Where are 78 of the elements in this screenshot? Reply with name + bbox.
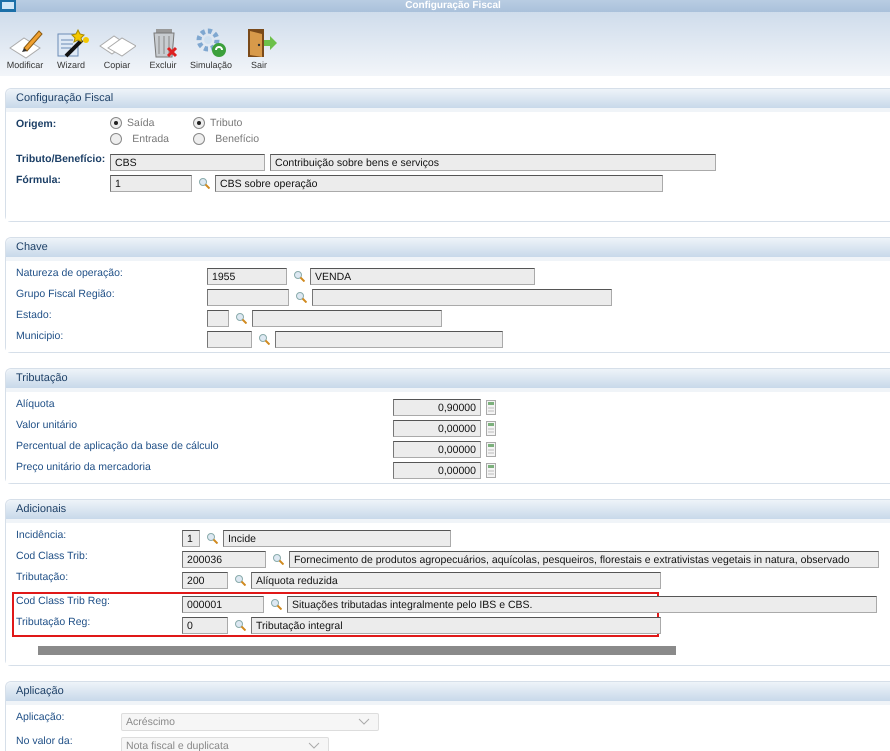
toolbar-button[interactable]: Sair (236, 26, 282, 70)
window-title: Configuração Fiscal (404, 0, 502, 12)
number-field[interactable]: 0,90000 (393, 398, 481, 416)
description-field[interactable]: Incide (223, 530, 451, 546)
field-label: Cod Class Trib: (16, 550, 89, 562)
section-header: Tributação (6, 369, 890, 388)
code-field[interactable]: 1 (110, 174, 192, 192)
field-label: Valor unitário (16, 419, 78, 431)
description-field[interactable]: CBS sobre operação (215, 174, 663, 192)
code-field[interactable]: 200036 (182, 550, 266, 568)
chevron-down-icon (308, 742, 320, 749)
field-label: Natureza de operação: (16, 267, 124, 279)
description-field[interactable]: Situações tributadas integralmente pelo IBS e CBS. (287, 596, 877, 612)
radio-option[interactable]: Saída (110, 116, 170, 130)
search-icon[interactable] (235, 312, 247, 324)
search-icon[interactable] (206, 532, 218, 544)
field-label: Tributo/Benefício: (16, 153, 106, 165)
search-icon[interactable] (270, 598, 282, 610)
toolbar-button[interactable]: Wizard (48, 26, 94, 70)
description-field[interactable] (312, 288, 612, 306)
search-icon[interactable] (198, 177, 210, 189)
description-field[interactable]: Alíquota reduzida (251, 572, 661, 588)
number-field[interactable]: 0,00000 (393, 420, 481, 436)
number-field[interactable]: 0,00000 (393, 462, 481, 478)
radio-option[interactable]: Entrada (110, 132, 170, 146)
calculator-icon (486, 462, 496, 478)
description-field[interactable] (275, 330, 503, 348)
toolbar-button[interactable]: Excluir (140, 26, 186, 70)
field-label: Alíquota (16, 398, 56, 410)
scrollbar[interactable] (38, 646, 676, 655)
calculator-icon (486, 442, 496, 456)
section-header: Configuração Fiscal (6, 89, 890, 108)
code-field[interactable]: 1 (182, 530, 200, 546)
search-icon[interactable] (295, 291, 307, 303)
calculator-icon (486, 420, 496, 436)
search-icon[interactable] (272, 553, 284, 565)
radio-option[interactable]: Tributo (193, 116, 260, 130)
radio-option[interactable]: Benefício (193, 132, 260, 146)
field-label: Percentual de aplicação da base de cálculo (16, 440, 220, 452)
toolbar-button[interactable]: Simulação (186, 26, 236, 70)
field-label: Incidência: (16, 529, 68, 541)
code-field[interactable]: 000001 (182, 596, 264, 612)
chevron-down-icon (358, 718, 370, 725)
toolbar-button[interactable]: Modificar (2, 26, 48, 70)
code-field[interactable] (207, 288, 289, 306)
description-field[interactable]: Contribuição sobre bens e serviços (270, 154, 716, 170)
field-label: Municipio: (16, 330, 64, 342)
search-icon[interactable] (234, 574, 246, 586)
code-field[interactable]: 0 (182, 616, 228, 634)
description-field[interactable]: Fornecimento de produtos agropecuários, aquícolas, pesqueiros, florestais e extrativistas vegetais in natura, observado (289, 550, 879, 568)
field-label: Aplicação: (16, 711, 66, 723)
field-label: Fórmula: (16, 174, 62, 186)
field-label: Estado: (16, 309, 53, 321)
description-field[interactable]: Tributação integral (251, 616, 661, 634)
field-label: Cod Class Trib Reg: (16, 595, 111, 607)
description-field[interactable] (252, 310, 442, 326)
field-label: Grupo Fiscal Região: (16, 288, 116, 300)
search-icon[interactable] (234, 619, 246, 631)
search-icon[interactable] (258, 333, 270, 345)
calculator-icon (486, 400, 496, 414)
search-icon[interactable] (293, 270, 305, 282)
code-field[interactable]: CBS (110, 154, 265, 170)
number-field[interactable]: 0,00000 (393, 440, 481, 458)
field-label: Tributação Reg: (16, 616, 92, 628)
field-label: Origem: (16, 118, 58, 130)
toolbar-button[interactable]: Copiar (94, 26, 140, 70)
section-header: Chave (6, 238, 890, 257)
code-field[interactable] (207, 310, 229, 326)
field-label: Preço unitário da mercadoria (16, 461, 152, 473)
section-header: Aplicação (6, 682, 890, 701)
section-header: Adicionais (6, 500, 890, 519)
code-field[interactable]: 200 (182, 572, 228, 588)
field-label: No valor da: (16, 735, 74, 747)
code-field[interactable]: 1955 (207, 268, 287, 284)
field-label: Tributação: (16, 571, 70, 583)
code-field[interactable] (207, 330, 252, 348)
window-icon (0, 0, 16, 12)
description-field[interactable]: VENDA (310, 268, 535, 284)
